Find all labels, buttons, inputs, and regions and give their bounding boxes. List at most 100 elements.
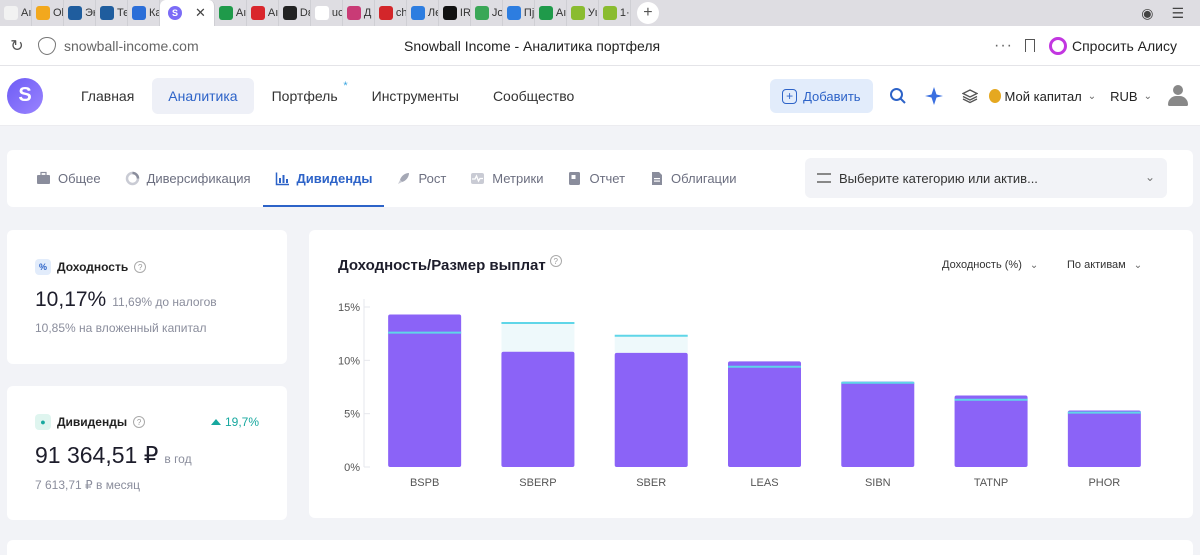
a-icon [4,6,18,20]
browser-tab-label: Д [363,7,372,19]
page-title: Snowball Income - Аналитика портфеля [404,37,661,54]
chart-bar[interactable] [954,395,1028,467]
chart-bar[interactable] [501,351,575,467]
capital-selector[interactable]: Мой капитал ⌄ [988,89,1096,104]
dividends-title-row: ● Дивиденды ? [35,414,146,430]
browser-tab[interactable]: Те [96,0,128,26]
x-tick-label: PHOR [1088,477,1120,489]
yield-value: 10,17% [35,288,107,311]
browser-tab[interactable]: uc [311,0,343,26]
more-icon[interactable]: ··· [994,37,1013,55]
browser-tab[interactable]: Д [343,0,375,26]
nav-item[interactable]: Портфель * [256,78,354,114]
browser-tab[interactable]: Уι [567,0,599,26]
nav-item-label: Главная [81,87,135,104]
browser-tab-label: Ле [427,7,438,19]
chart-bar[interactable] [1067,410,1141,467]
browser-tab[interactable]: Ка [128,0,160,26]
browser-tab[interactable]: Пј [503,0,535,26]
x-tick-label: SBERP [519,477,556,489]
help-icon[interactable]: ? [134,261,147,273]
x-tick-label: SBER [636,477,666,489]
subtab-item[interactable]: Облигации [637,150,748,207]
snowball-logo[interactable]: S [7,77,43,114]
piggy-bank-icon: ● [35,414,51,430]
dividends-value-row: 91 364,51 ₽ в год [35,442,192,469]
browser-tab[interactable]: IR [439,0,471,26]
browser-tab[interactable]: ch [375,0,407,26]
category-select[interactable]: Выберите категорию или актив... ⌄ [805,158,1167,198]
subtab-item[interactable]: Рост [384,150,458,207]
t-icon [132,6,146,20]
search-icon[interactable] [887,85,909,107]
add-button[interactable]: + Добавить [770,79,873,113]
pulse-icon [470,171,485,186]
rocket-icon [396,171,411,186]
shield-icon[interactable] [38,36,56,55]
browser-tab[interactable]: Aı [0,0,32,26]
browser-tab[interactable]: 1· [599,0,631,26]
user-icon[interactable] [1168,85,1188,107]
layers-icon[interactable] [959,85,981,107]
nav-item[interactable]: Аналитика [152,77,254,114]
subtab-item[interactable]: Дивиденды [262,150,385,207]
browser-tab-label: Aı [267,7,279,19]
browser-tab[interactable]: Dε [279,0,311,26]
subtab-item[interactable]: Отчет [555,150,637,207]
currency-selector[interactable]: RUB ⌄ [1110,89,1152,104]
subtabs-list: Общее Диверсификация Дивиденды Рост Метрики О… [24,150,749,207]
help-icon[interactable]: ? [133,416,146,428]
chart-bar[interactable] [614,352,688,467]
document-icon [649,171,664,186]
close-icon[interactable]: ✕ [195,5,206,21]
yield-value-row: 10,17% 11,69% до налогов [35,288,217,312]
browser-tab[interactable]: Aı [535,0,567,26]
nav-item[interactable]: Главная [65,78,150,114]
chart-bar[interactable] [841,381,915,467]
reload-icon[interactable]: ↻ [2,36,32,56]
subtab-item[interactable]: Метрики [458,150,555,207]
chevron-down-icon: ⌄ [1144,170,1155,184]
chart-icon [68,6,82,20]
yield-title: Доходность [57,260,129,274]
percent-icon: % [35,259,51,275]
menu-icon[interactable]: ☰ [1171,5,1184,22]
subtab-label: Отчет [589,171,626,186]
subtab-label: Рост [418,171,447,186]
profile-icon[interactable]: ◉ [1141,5,1153,22]
sparkle-icon[interactable] [923,85,945,107]
dividends-monthly: 7 613,71 ₽ в месяц [35,478,141,492]
nav-item[interactable]: Сообщество [477,78,590,114]
alice-button[interactable]: Спросить Алису [1048,36,1177,55]
url-field[interactable]: snowball-income.com [64,38,404,54]
app-header: S Главная Аналитика Портфель * Инструменты Со… [0,66,1200,126]
yield-card: % Доходность ? 10,17% 11,69% до налогов 1… [7,230,287,364]
browser-tab[interactable]: Эк [64,0,96,26]
dividends-growth: 19,7% [210,415,259,429]
chart-bar[interactable] [388,314,462,467]
browser-tab-label: Пј [523,7,535,19]
browser-tab-label: Aı [21,7,32,19]
sheet-icon [570,6,585,20]
subtab-item[interactable]: Диверсификация [113,150,263,207]
add-button-label: Добавить [803,88,861,104]
browser-tab[interactable]: Jo [471,0,503,26]
y-tick-label: 10% [338,355,360,367]
browser-tab[interactable]: Ol [32,0,64,26]
bookmark-icon[interactable] [1024,39,1035,52]
dividends-value: 91 364,51 ₽ [35,442,159,468]
dividends-card: ● Дивиденды ? 19,7% 91 364,51 ₽ в год 7 6… [7,386,287,520]
subtab-item[interactable]: Общее [24,150,113,207]
browser-tab[interactable]: Aı [247,0,279,26]
browser-tab[interactable]: Aı [215,0,247,26]
browser-tab[interactable]: Ле [407,0,439,26]
browser-tab-active[interactable]: S ✕ [160,0,215,26]
chevron-down-icon: ⌄ [1143,90,1152,102]
nav-item[interactable]: Инструменты [356,78,475,114]
new-tab-button[interactable]: + [636,2,659,24]
chart-bar[interactable] [728,361,801,467]
x-tick-label: BSPB [410,477,439,489]
browser-tab-label: uc [331,7,343,19]
dividend-chart-card: Доходность/Размер выплат ? Доходность (%… [309,230,1193,518]
yield-title-row: % Доходность ? [35,259,147,275]
